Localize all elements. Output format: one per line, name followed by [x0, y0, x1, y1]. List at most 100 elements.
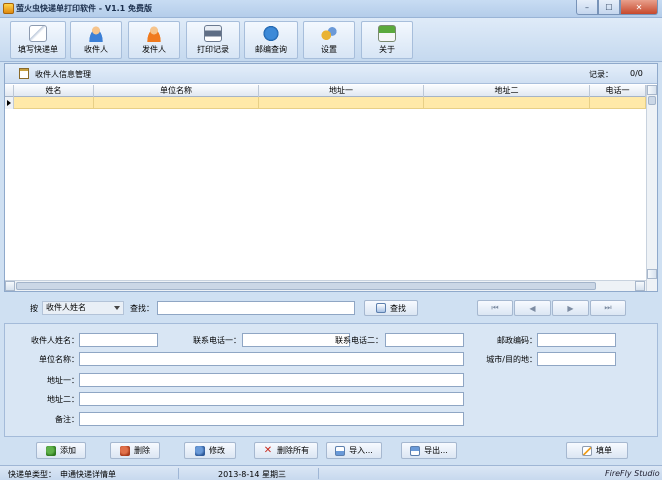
previous-record-button[interactable]: ◀: [514, 300, 551, 316]
toolbar-about-button[interactable]: 关于: [361, 21, 413, 59]
search-input[interactable]: [157, 301, 355, 315]
toolbar-label: 填写快递单: [18, 45, 58, 54]
pencil-form-icon: [582, 445, 592, 456]
toolbar-label: 设置: [321, 45, 337, 54]
city-label: 城市/目的地：: [486, 355, 537, 364]
first-record-button[interactable]: ⏮: [477, 300, 513, 316]
edit-button[interactable]: 修改: [184, 442, 236, 459]
phone1-label: 联系电话一：: [193, 336, 241, 345]
row-header-corner: [5, 85, 14, 97]
recipient-person-icon: [87, 25, 105, 42]
column-header-address2[interactable]: 地址二: [424, 85, 590, 97]
city-field[interactable]: [537, 352, 616, 366]
main-toolbar: 填写快递单 收件人 发件人 打印记录 邮编查询 设置 关于: [0, 18, 662, 62]
address1-field[interactable]: [79, 373, 464, 387]
chevron-down-icon: [114, 306, 120, 310]
delete-user-icon: [120, 445, 130, 456]
edit-button-label: 修改: [209, 446, 225, 455]
edit-user-icon: [195, 445, 205, 456]
horizontal-scrollbar[interactable]: [5, 280, 646, 291]
grid-header: 姓名 单位名称 地址一 地址二 电话一: [5, 85, 646, 97]
address2-label: 地址二：: [47, 395, 79, 404]
search-by-label: 按: [30, 304, 38, 313]
table-row[interactable]: [5, 97, 646, 109]
scroll-left-button[interactable]: [5, 281, 15, 291]
phone2-field[interactable]: [385, 333, 464, 347]
add-user-icon: [46, 445, 56, 456]
name-label: 收件人姓名：: [31, 336, 79, 345]
status-separator: [318, 468, 319, 479]
note-label: 备注：: [55, 415, 79, 424]
vertical-scrollbar[interactable]: [646, 85, 657, 291]
table-cell[interactable]: [14, 97, 94, 109]
minimize-button[interactable]: –: [576, 0, 598, 15]
import-button[interactable]: 导入...: [326, 442, 382, 459]
close-button[interactable]: ✕: [620, 0, 658, 15]
waybill-type-label: 快递单类型：: [8, 470, 56, 479]
import-icon: [335, 445, 346, 456]
zip-label: 邮政编码：: [497, 336, 537, 345]
add-button[interactable]: 添加: [36, 442, 86, 459]
status-date: 2013-8-14 星期三: [218, 470, 286, 479]
delete-all-button[interactable]: ✕ 删除所有: [254, 442, 318, 459]
delete-x-icon: ✕: [263, 444, 273, 456]
table-cell[interactable]: [590, 97, 646, 109]
action-bar: 添加 删除 修改 ✕ 删除所有 导入... 导出... 填单: [4, 440, 658, 462]
last-record-button[interactable]: ⏭: [590, 300, 626, 316]
postal-search-icon: [262, 25, 280, 42]
maximize-button[interactable]: ☐: [598, 0, 620, 15]
column-header-address1[interactable]: 地址一: [259, 85, 424, 97]
search-field-value: 收件人姓名: [46, 303, 86, 312]
record-label: 记录：: [589, 70, 613, 79]
column-header-name[interactable]: 姓名: [14, 85, 94, 97]
toolbar-print-record-button[interactable]: 打印记录: [186, 21, 240, 59]
table-cell[interactable]: [424, 97, 590, 109]
search-field-select[interactable]: 收件人姓名: [42, 301, 124, 315]
horizontal-scroll-thumb[interactable]: [16, 282, 596, 290]
recipient-panel: 收件人信息管理 记录： 0/0 姓名 单位名称 地址一 地址二 电话一: [4, 63, 658, 292]
toolbar-sender-button[interactable]: 发件人: [128, 21, 180, 59]
notebook-icon: [19, 68, 29, 79]
company-label: 单位名称：: [39, 355, 79, 364]
write-form-icon: [29, 25, 47, 42]
next-record-button[interactable]: ▶: [552, 300, 589, 316]
toolbar-label: 收件人: [84, 45, 108, 54]
panel-title: 收件人信息管理: [35, 70, 91, 79]
scroll-right-button[interactable]: [635, 281, 645, 291]
delete-all-button-label: 删除所有: [277, 446, 309, 455]
toolbar-fill-waybill-button[interactable]: 填写快递单: [10, 21, 66, 59]
window-controls: – ☐ ✕: [576, 0, 658, 15]
name-field[interactable]: [79, 333, 158, 347]
toolbar-postal-search-button[interactable]: 邮编查询: [244, 21, 298, 59]
gears-icon: [320, 25, 338, 42]
export-button-label: 导出...: [424, 446, 448, 455]
toolbar-recipient-button[interactable]: 收件人: [70, 21, 122, 59]
export-button[interactable]: 导出...: [401, 442, 457, 459]
about-house-icon: [378, 25, 396, 42]
scroll-down-button[interactable]: [647, 269, 657, 279]
column-header-company[interactable]: 单位名称: [94, 85, 259, 97]
note-field[interactable]: [79, 412, 464, 426]
search-icon: [376, 303, 386, 313]
fill-waybill-button[interactable]: 填单: [566, 442, 628, 459]
zip-field[interactable]: [537, 333, 616, 347]
company-field[interactable]: [79, 352, 464, 366]
find-button[interactable]: 查找: [364, 300, 418, 316]
export-icon: [410, 445, 421, 456]
fill-button-label: 填单: [596, 446, 612, 455]
waybill-type-value: 申通快递详情单: [60, 470, 116, 479]
address2-field[interactable]: [79, 392, 464, 406]
phone2-label: 联系电话二：: [335, 336, 383, 345]
table-cell[interactable]: [94, 97, 259, 109]
delete-button[interactable]: 删除: [110, 442, 160, 459]
column-header-phone1[interactable]: 电话一: [590, 85, 646, 97]
vertical-scroll-thumb[interactable]: [648, 96, 656, 105]
toolbar-settings-button[interactable]: 设置: [303, 21, 355, 59]
address1-label: 地址一：: [47, 376, 79, 385]
find-label: 查找：: [130, 304, 154, 313]
find-button-label: 查找: [390, 303, 406, 313]
table-cell[interactable]: [259, 97, 424, 109]
toolbar-label: 邮编查询: [255, 45, 287, 54]
status-bar: 快递单类型： 申通快递详情单 2013-8-14 星期三 FireFly Stu…: [0, 465, 662, 480]
scroll-up-button[interactable]: [647, 85, 657, 95]
